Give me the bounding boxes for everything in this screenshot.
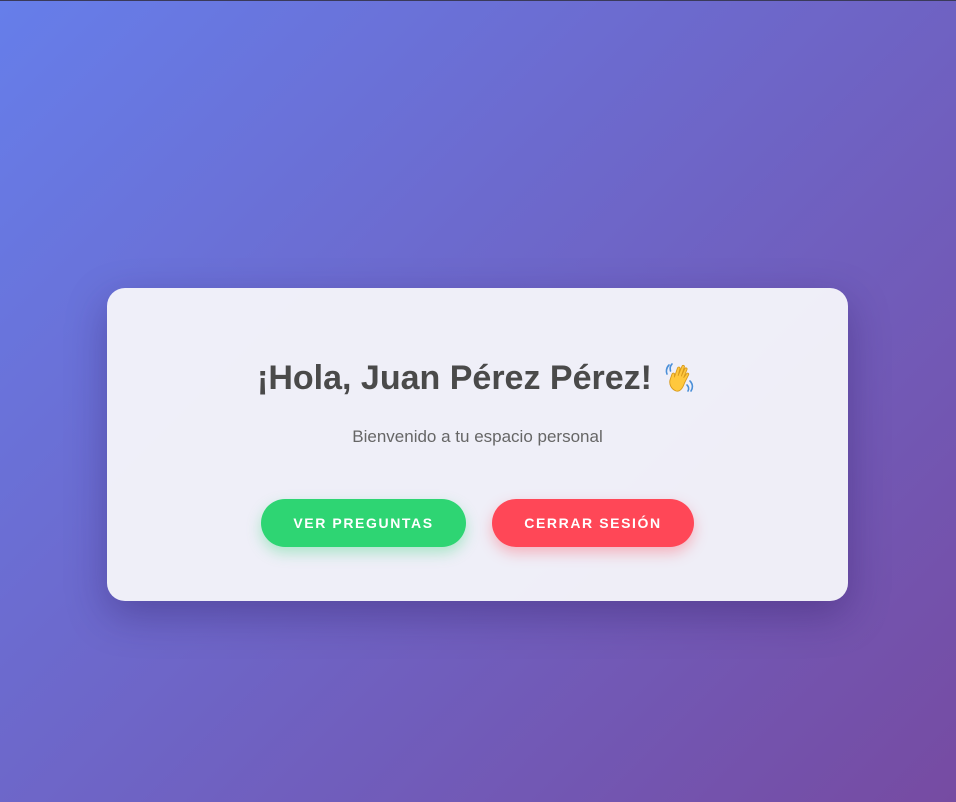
welcome-title: ¡Hola, Juan Pérez Pérez! (257, 359, 652, 397)
logout-button[interactable]: CERRAR SESIÓN (492, 499, 694, 547)
welcome-subtitle: Bienvenido a tu espacio personal (352, 427, 603, 446)
view-questions-button[interactable]: VER PREGUNTAS (261, 499, 466, 547)
welcome-card: ¡Hola, Juan Pérez Pérez! Bienvenido a tu… (107, 288, 848, 601)
waving-hand-icon (662, 359, 698, 395)
welcome-heading: ¡Hola, Juan Pérez Pérez! (107, 358, 848, 398)
